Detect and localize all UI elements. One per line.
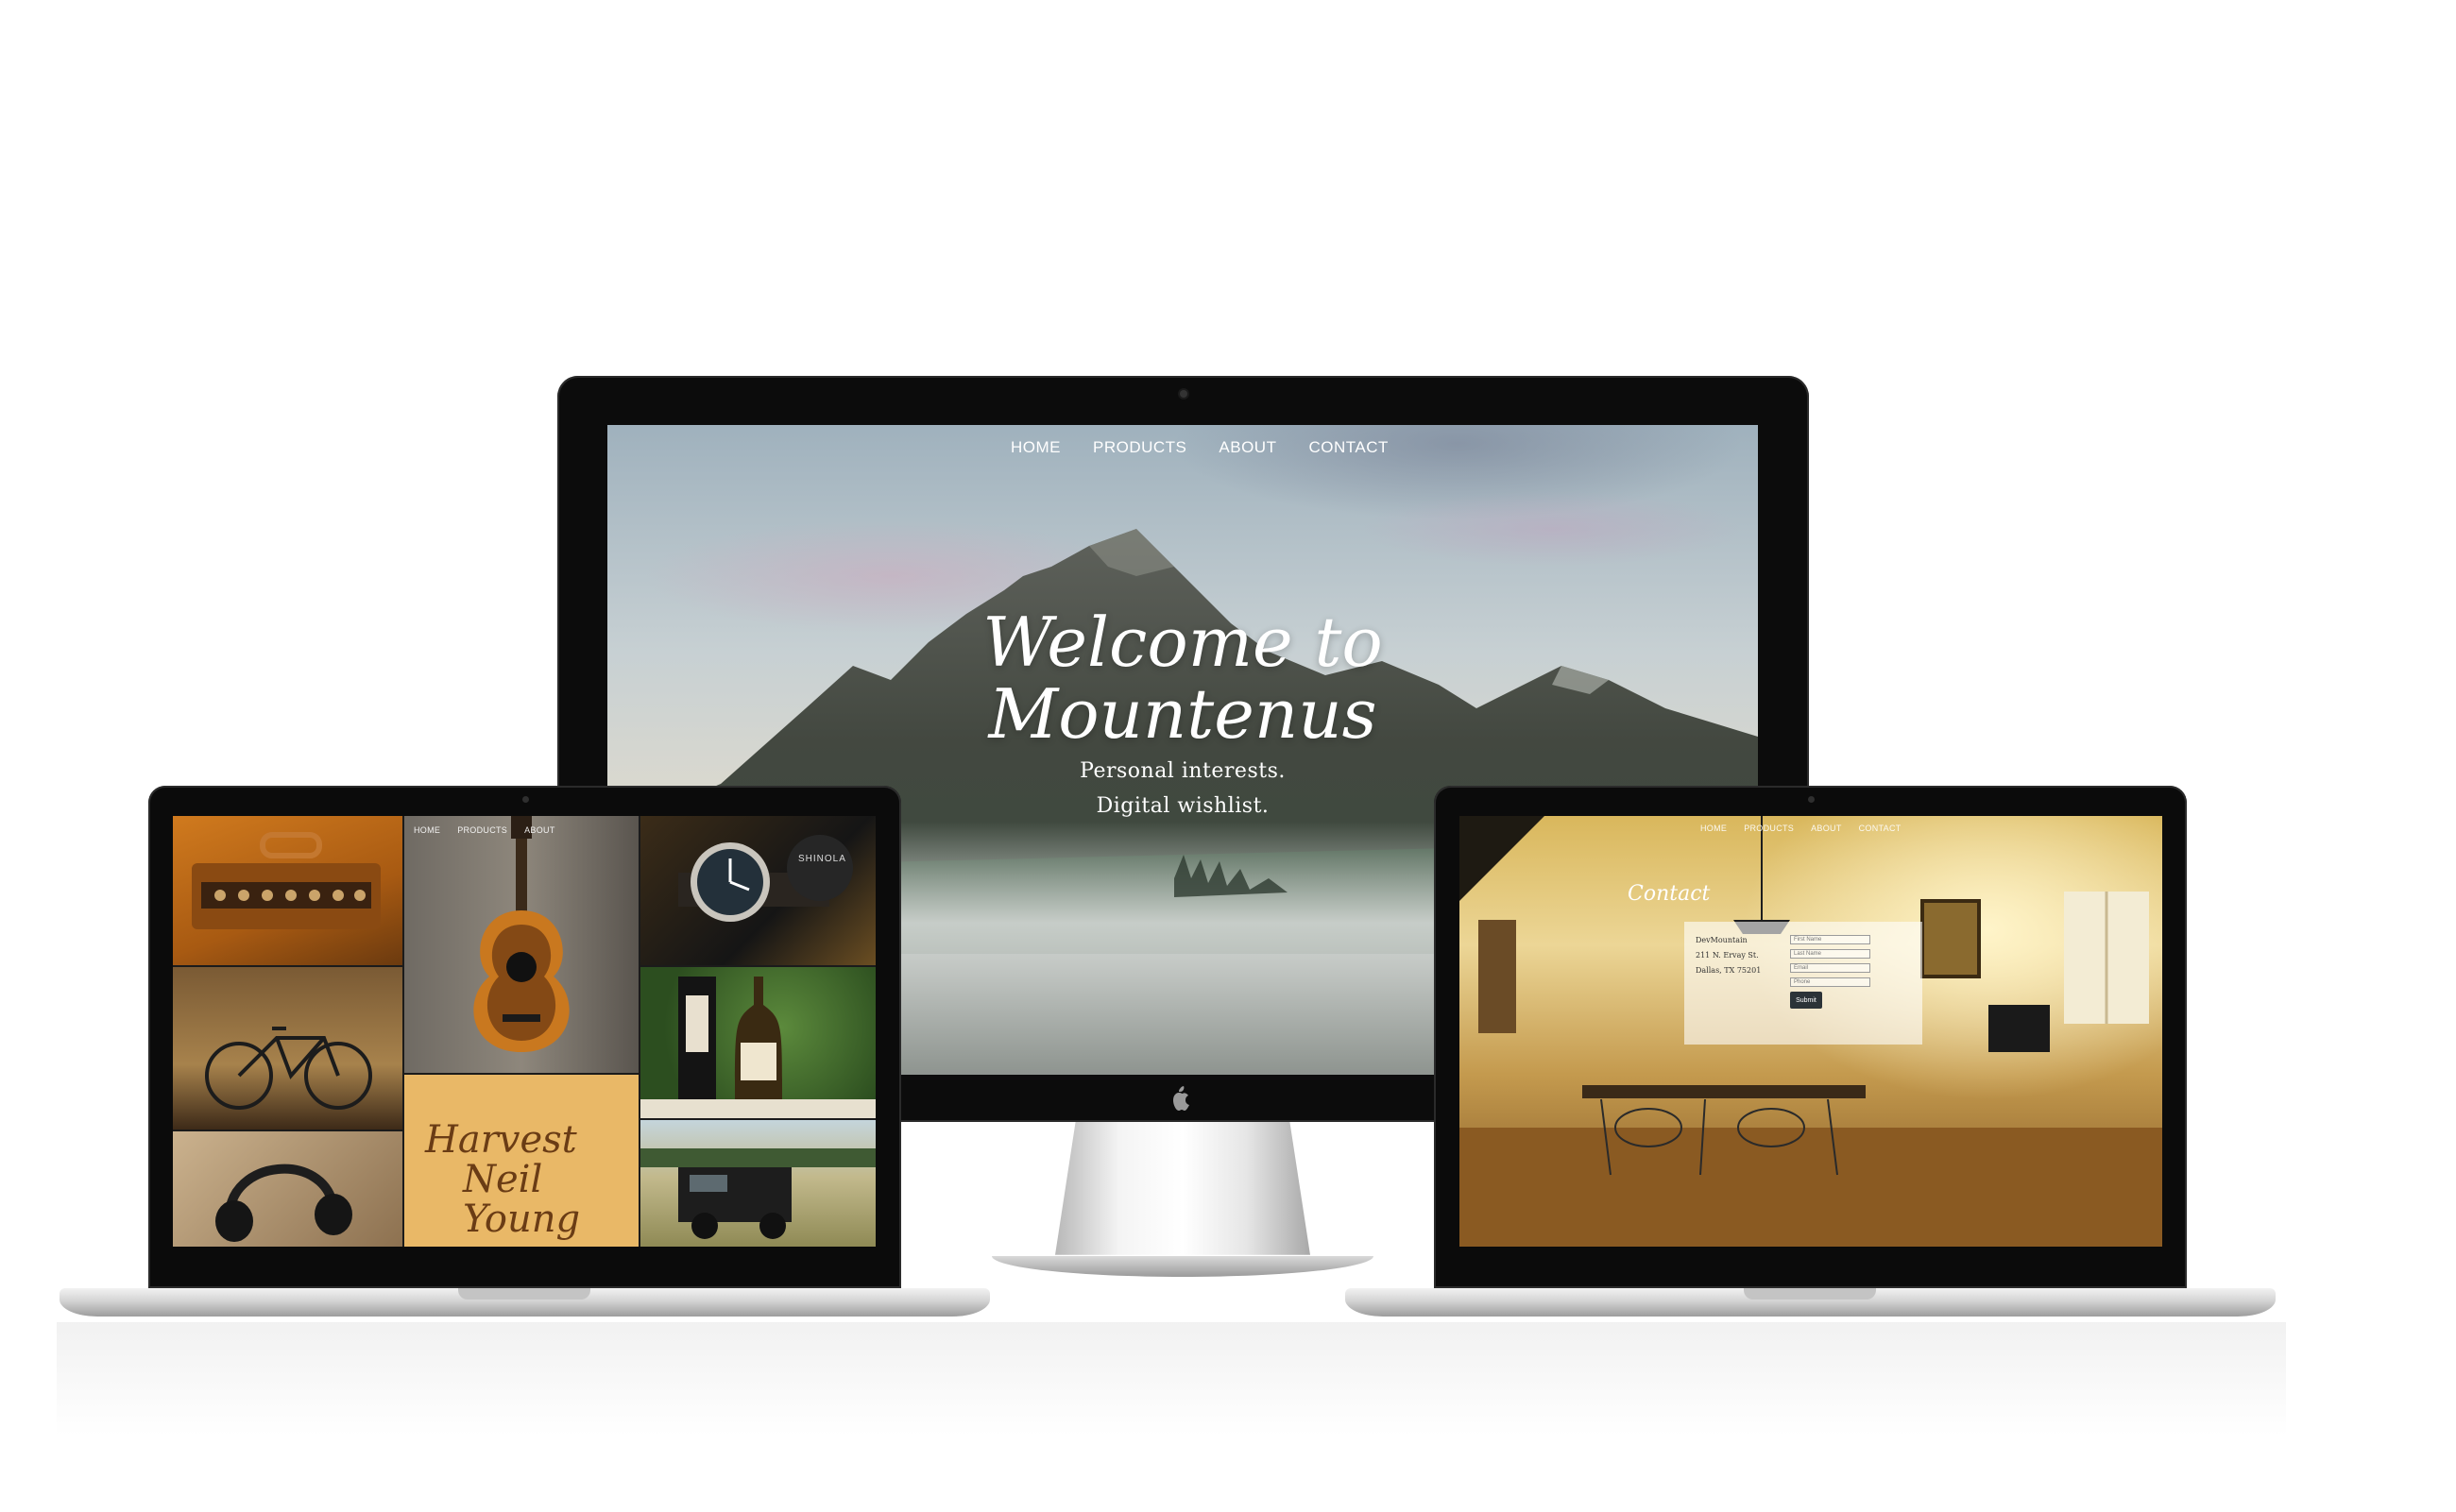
tagline-line2: Digital wishlist. — [1096, 794, 1270, 818]
product-tile-headphones[interactable] — [173, 1131, 402, 1247]
email-field[interactable]: Email — [1790, 963, 1870, 973]
contact-address: DevMountain 211 N. Ervay St. Dallas, TX … — [1696, 933, 1761, 978]
left-laptop-screen-products-grid: HOME PRODUCTS ABOUT Harvest Neil Young S… — [173, 816, 876, 1247]
first-name-field[interactable]: First Name — [1790, 935, 1870, 944]
nav-home[interactable]: HOME — [1700, 824, 1727, 833]
products-nav: HOME PRODUCTS ABOUT — [414, 825, 555, 835]
whisky-bottle-image — [640, 977, 876, 1118]
album-title-line2: Neil Young — [463, 1158, 581, 1241]
headphones-image — [215, 1164, 352, 1242]
nav-about[interactable]: ABOUT — [1219, 438, 1276, 457]
hero-title: Welcome to Mountenus — [899, 606, 1466, 750]
right-laptop-screen-contact: HOME PRODUCTS ABOUT CONTACT Contact DevM… — [1459, 816, 2162, 1247]
contact-title: Contact — [1628, 882, 1711, 906]
bicycle-image — [205, 1027, 372, 1110]
phone-field[interactable]: Phone — [1790, 977, 1870, 987]
watch-brand-label: SHINOLA — [798, 854, 846, 864]
reflection — [57, 1322, 2286, 1436]
product-tile-watch[interactable]: SHINOLA — [640, 816, 876, 965]
nav-home[interactable]: HOME — [1011, 438, 1061, 457]
contact-nav: HOME PRODUCTS ABOUT CONTACT — [1700, 824, 1902, 833]
camera-icon — [1180, 390, 1187, 398]
address-line2: 211 N. Ervay St. — [1696, 951, 1759, 960]
hero-title-line1: Welcome to — [982, 603, 1383, 682]
address-line1: DevMountain — [1696, 936, 1748, 944]
product-tile-land-rover[interactable] — [640, 1120, 876, 1247]
album-title-line1: Harvest — [425, 1118, 577, 1162]
camera-icon — [1808, 796, 1815, 803]
nav-about[interactable]: ABOUT — [1811, 824, 1842, 833]
product-tile-amplifier[interactable] — [173, 816, 402, 965]
left-laptop-trackpad-notch — [458, 1288, 590, 1300]
apple-logo-icon — [1173, 1086, 1189, 1111]
acoustic-guitar-image — [473, 816, 570, 1052]
land-rover-image — [640, 1148, 876, 1239]
nav-contact[interactable]: CONTACT — [1859, 824, 1902, 833]
hero-title-line2: Mountenus — [988, 674, 1377, 754]
imac-stand-foot — [992, 1256, 1373, 1277]
address-line3: Dallas, TX 75201 — [1696, 966, 1762, 975]
hero-tagline: Personal interests. Digital wishlist. — [947, 754, 1419, 824]
nav-products[interactable]: PRODUCTS — [1093, 438, 1186, 457]
submit-button[interactable]: Submit — [1790, 992, 1822, 1009]
product-tile-whisky[interactable] — [640, 967, 876, 1118]
product-tile-guitar[interactable]: HOME PRODUCTS ABOUT — [404, 816, 639, 1073]
tagline-line1: Personal interests. — [1080, 759, 1286, 783]
amplifier-image — [192, 832, 381, 929]
right-laptop-trackpad-notch — [1744, 1288, 1876, 1300]
camera-icon — [522, 796, 529, 803]
nav-home[interactable]: HOME — [414, 825, 440, 835]
product-tile-bicycle[interactable] — [173, 967, 402, 1130]
product-tile-album[interactable]: Harvest Neil Young — [404, 1075, 639, 1247]
nav-contact[interactable]: CONTACT — [1308, 438, 1388, 457]
nav-about[interactable]: ABOUT — [524, 825, 555, 835]
imac-stand — [1055, 1122, 1310, 1255]
main-nav: HOME PRODUCTS ABOUT CONTACT — [1011, 438, 1389, 457]
wristwatch-image — [678, 835, 853, 922]
last-name-field[interactable]: Last Name — [1790, 949, 1870, 959]
contact-panel: DevMountain 211 N. Ervay St. Dallas, TX … — [1684, 922, 1922, 1045]
contact-form: First Name Last Name Email Phone Submit — [1790, 935, 1870, 1009]
nav-products[interactable]: PRODUCTS — [1744, 824, 1794, 833]
album-title: Harvest Neil Young — [425, 1120, 639, 1239]
nav-products[interactable]: PRODUCTS — [457, 825, 507, 835]
